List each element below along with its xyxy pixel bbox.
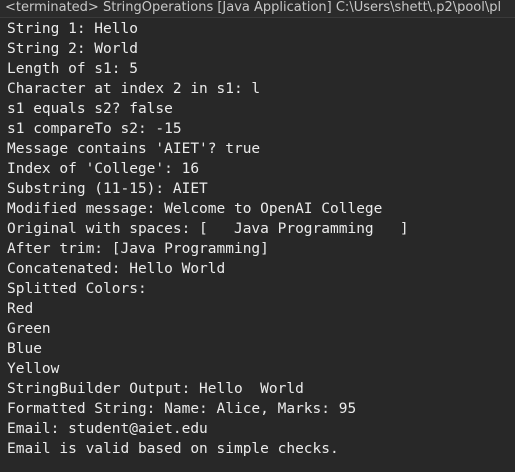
console-line: Splitted Colors: (7, 281, 147, 297)
console-line: Substring (11-15): AIET (7, 181, 208, 197)
console-line: Character at index 2 in s1: l (7, 81, 261, 97)
console-line: Modified message: Welcome to OpenAI Coll… (7, 201, 383, 217)
console-line: Blue (7, 341, 42, 357)
console-line: String 1: Hello (7, 21, 138, 37)
console-line: Red (7, 301, 34, 317)
console-line: s1 compareTo s2: -15 (7, 121, 182, 137)
console-line: Concatenated: Hello World (7, 261, 226, 277)
console-line: Yellow (7, 361, 60, 377)
console-view: <terminated> StringOperations [Java Appl… (0, 0, 515, 472)
console-line: Email: student@aiet.edu (7, 421, 208, 437)
console-title: <terminated> StringOperations [Java Appl… (0, 0, 515, 18)
console-line: Email is valid based on simple checks. (7, 441, 339, 457)
console-line: After trim: [Java Programming] (7, 241, 269, 257)
console-line: Original with spaces: [ Java Programming… (7, 221, 409, 237)
console-line: s1 equals s2? false (7, 101, 173, 117)
console-line: Formatted String: Name: Alice, Marks: 95 (7, 401, 357, 417)
console-output[interactable]: String 1: Hello String 2: World Length o… (0, 18, 515, 459)
console-line: String 2: World (7, 41, 138, 57)
console-line: StringBuilder Output: Hello World (7, 381, 304, 397)
console-line: Index of 'College': 16 (7, 161, 200, 177)
console-line: Message contains 'AIET'? true (7, 141, 261, 157)
console-line: Length of s1: 5 (7, 61, 138, 77)
console-line: Green (7, 321, 51, 337)
